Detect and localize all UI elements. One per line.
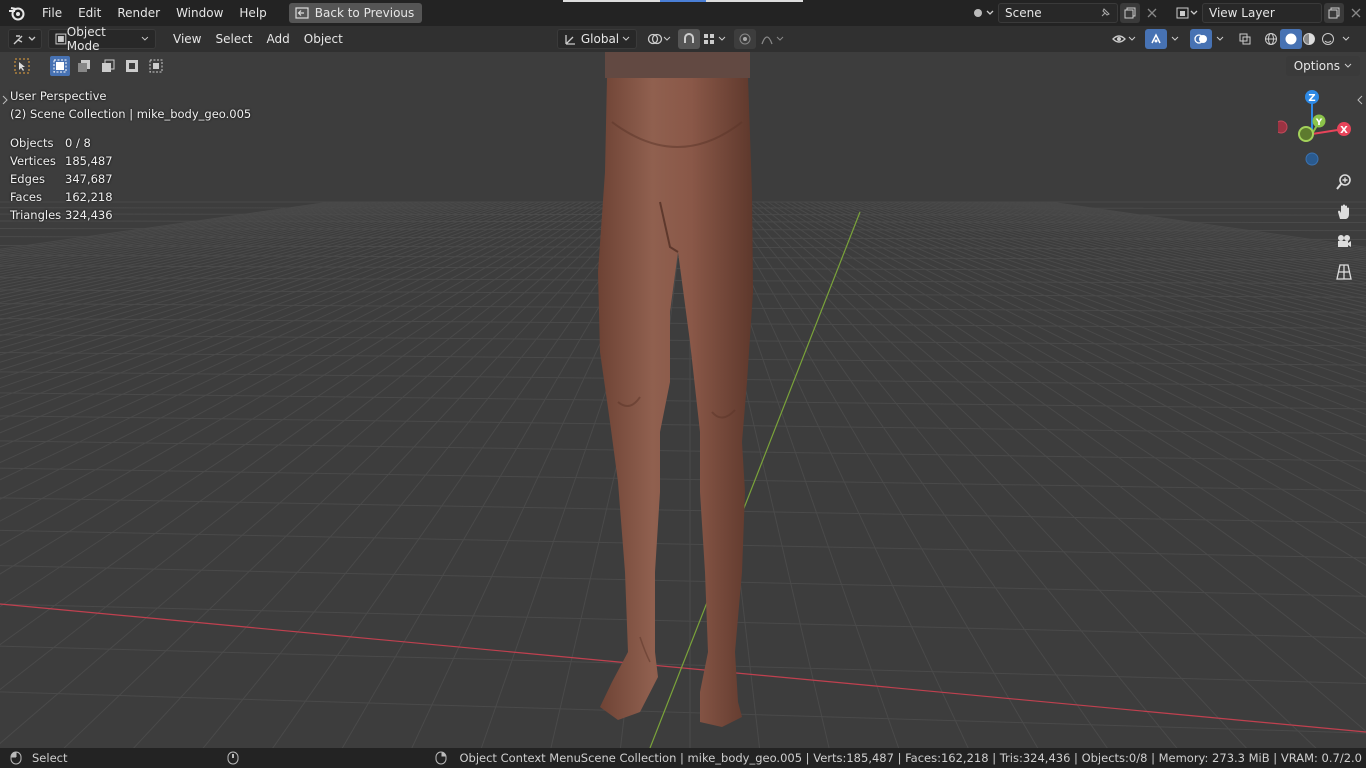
status-scene-info: Scene Collection | mike_body_geo.005 | V…: [580, 751, 1362, 765]
falloff-icon[interactable]: [758, 29, 788, 49]
shading-dropdown-icon[interactable]: [1338, 29, 1354, 49]
viewport-info-overlay: User Perspective (2) Scene Collection | …: [10, 87, 251, 224]
3d-viewport[interactable]: Options User Perspective (2) Scene Colle…: [0, 52, 1366, 748]
menu-render[interactable]: Render: [109, 2, 168, 24]
body-model[interactable]: [598, 52, 753, 727]
new-scene-icon[interactable]: [1120, 2, 1140, 23]
scene-browse-icon[interactable]: [968, 3, 998, 23]
menu-view[interactable]: View: [166, 32, 208, 46]
rendered-shading-icon[interactable]: [1317, 29, 1339, 49]
perspective-toggle-icon[interactable]: [1332, 260, 1356, 284]
orientation-icon: [565, 35, 575, 45]
pin-icon[interactable]: [1099, 7, 1111, 19]
status-bar: Select Object Context Menu Scene Collect…: [0, 748, 1366, 768]
menu-edit[interactable]: Edit: [70, 2, 109, 24]
stat-row-edges: Edges 347,687: [10, 172, 113, 186]
tool-settings-row: [12, 56, 166, 76]
gizmo-dropdown-icon[interactable]: [1167, 29, 1183, 49]
scene-name: Scene: [1005, 5, 1042, 20]
status-select-label: Select: [32, 751, 68, 765]
back-icon: [295, 7, 309, 19]
status-context-menu-label: Object Context Menu: [459, 751, 581, 765]
proportional-editing-icon[interactable]: [734, 29, 756, 49]
camera-view-icon[interactable]: [1332, 230, 1356, 254]
back-to-previous-button[interactable]: Back to Previous: [288, 3, 423, 23]
gizmo-toggle-icon[interactable]: [1145, 29, 1167, 49]
zoom-icon[interactable]: [1332, 170, 1356, 194]
select-tool-icon[interactable]: [12, 56, 32, 76]
new-view-layer-icon[interactable]: [1324, 2, 1344, 23]
transform-orientation-selector[interactable]: Global: [557, 29, 637, 49]
select-intersect-icon[interactable]: [146, 56, 166, 76]
view-layer-name: View Layer: [1209, 5, 1275, 20]
object-mode-icon: [55, 33, 67, 45]
gizmo-neg-z-icon[interactable]: [1305, 152, 1319, 166]
mode-label: Object Mode: [66, 25, 106, 53]
menu-add[interactable]: Add: [260, 32, 297, 46]
delete-scene-icon[interactable]: [1142, 3, 1162, 23]
menu-window[interactable]: Window: [168, 2, 231, 24]
overlays-toggle-icon[interactable]: [1190, 29, 1212, 49]
menu-file[interactable]: File: [34, 2, 70, 24]
select-new-icon[interactable]: [50, 56, 70, 76]
select-subtract-icon[interactable]: [98, 56, 118, 76]
top-menu-bar: File Edit Render Window Help Back to Pre…: [0, 0, 1366, 26]
overlays-dropdown-icon[interactable]: [1212, 29, 1228, 49]
menu-object[interactable]: Object: [297, 32, 350, 46]
options-dropdown[interactable]: Options: [1285, 56, 1360, 76]
select-extend-icon[interactable]: [74, 56, 94, 76]
perspective-label: User Perspective: [10, 89, 107, 103]
toolbar-toggle-icon[interactable]: [2, 94, 8, 108]
chevron-down-icon: [622, 36, 630, 41]
mouse-left-icon: [10, 751, 22, 765]
svg-text:X: X: [1340, 125, 1348, 136]
select-invert-icon[interactable]: [122, 56, 142, 76]
stat-row-objects: Objects 0 / 8: [10, 136, 91, 150]
back-to-previous-label: Back to Previous: [314, 6, 415, 20]
scene-name-field[interactable]: Scene: [998, 2, 1118, 23]
pivot-point-icon[interactable]: [644, 29, 674, 49]
chevron-down-icon: [141, 36, 149, 41]
mouse-right-icon: [435, 751, 447, 765]
orientation-label: Global: [580, 32, 620, 46]
stat-row-triangles: Triangles 324,436: [10, 208, 113, 222]
navigation-gizmo[interactable]: Z Y X: [1278, 88, 1358, 168]
gizmo-neg-x-icon[interactable]: [1278, 120, 1288, 134]
stat-row-faces: Faces 162,218: [10, 190, 113, 204]
sidebar-toggle-icon[interactable]: [1356, 94, 1364, 108]
svg-text:Z: Z: [1308, 93, 1315, 104]
xray-toggle-icon[interactable]: [1234, 29, 1256, 49]
gizmo-neg-y-icon[interactable]: [1298, 126, 1314, 142]
mode-selector[interactable]: Object Mode: [48, 25, 156, 53]
viewport-header: Object Mode View Select Add Object Globa…: [0, 25, 1366, 53]
stat-row-vertices: Vertices 185,487: [10, 154, 113, 168]
editor-type-icon[interactable]: [8, 29, 42, 49]
mouse-middle-icon: [227, 751, 239, 765]
workspace-tab-active-indicator: [660, 0, 706, 2]
svg-text:Y: Y: [1315, 118, 1323, 128]
view-layer-field[interactable]: View Layer: [1202, 2, 1322, 23]
blender-logo-icon[interactable]: [0, 0, 34, 26]
menu-help[interactable]: Help: [231, 2, 274, 24]
chevron-down-icon: [1344, 63, 1352, 68]
snap-target-icon[interactable]: [700, 29, 730, 49]
snap-toggle-icon[interactable]: [678, 29, 700, 49]
delete-view-layer-icon[interactable]: [1346, 3, 1366, 23]
view-layer-browse-icon[interactable]: [1172, 3, 1202, 23]
menu-select[interactable]: Select: [208, 32, 259, 46]
pan-hand-icon[interactable]: [1332, 200, 1356, 224]
visibility-eye-icon[interactable]: [1110, 29, 1140, 49]
options-label: Options: [1293, 59, 1340, 73]
scene-selector: Scene View Layer: [968, 2, 1366, 23]
collection-label: (2) Scene Collection | mike_body_geo.005: [10, 107, 252, 121]
wireframe-shading-icon[interactable]: [1260, 29, 1282, 49]
